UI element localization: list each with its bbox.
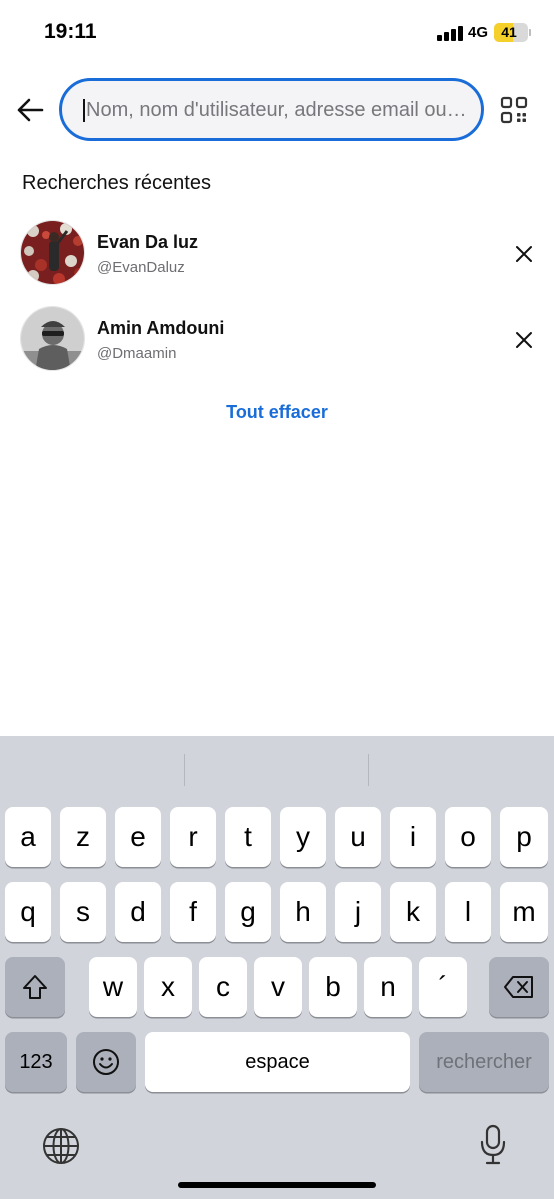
key-t[interactable]: t — [225, 807, 271, 867]
home-indicator — [178, 1182, 376, 1188]
battery-icon: 41 — [494, 23, 528, 42]
key-u[interactable]: u — [335, 807, 381, 867]
delete-key[interactable] — [489, 957, 549, 1017]
key-q[interactable]: q — [5, 882, 51, 942]
microphone-icon — [480, 1124, 506, 1165]
recent-item-amin[interactable]: Amin Amdouni @Dmaamin — [0, 298, 554, 378]
remove-recent-button[interactable] — [513, 329, 535, 351]
key-v[interactable]: v — [254, 957, 302, 1017]
globe-icon — [43, 1128, 79, 1164]
key-y[interactable]: y — [280, 807, 326, 867]
key-k[interactable]: k — [390, 882, 436, 942]
avatar — [20, 220, 85, 285]
key-g[interactable]: g — [225, 882, 271, 942]
battery-level: 41 — [501, 24, 517, 40]
key-b[interactable]: b — [309, 957, 357, 1017]
user-name: Amin Amdouni — [97, 318, 225, 338]
avatar — [20, 306, 85, 371]
user-name: Evan Da luz — [97, 232, 199, 252]
dictation-button[interactable] — [478, 1124, 508, 1166]
key-h[interactable]: h — [280, 882, 326, 942]
key-z[interactable]: z — [60, 807, 106, 867]
qr-code-button[interactable] — [500, 96, 528, 124]
back-button[interactable] — [12, 92, 48, 128]
user-handle: @Dmaamin — [97, 345, 177, 362]
recent-searches-title: Recherches récentes — [22, 172, 211, 194]
clear-all-button[interactable]: Tout effacer — [0, 402, 554, 423]
backspace-icon — [504, 976, 533, 998]
globe-button[interactable] — [41, 1126, 81, 1166]
key-s[interactable]: s — [60, 882, 106, 942]
remove-recent-button[interactable] — [513, 243, 535, 265]
numbers-key[interactable]: 123 — [5, 1032, 67, 1092]
shift-key[interactable] — [5, 957, 65, 1017]
key-d[interactable]: d — [115, 882, 161, 942]
space-key[interactable]: espace — [145, 1032, 410, 1092]
recent-item-evan[interactable]: Evan Da luz @EvanDaluz — [0, 212, 554, 292]
key-f[interactable]: f — [170, 882, 216, 942]
key-m[interactable]: m — [500, 882, 548, 942]
status-time: 19:11 — [44, 20, 97, 43]
key-n[interactable]: n — [364, 957, 412, 1017]
key-e[interactable]: e — [115, 807, 161, 867]
shift-icon — [23, 975, 47, 999]
keyboard: a z e r t y u i o p q s d f g h j k l m … — [0, 736, 554, 1199]
battery-cap — [529, 29, 531, 36]
status-bar: 19:11 4G 41 — [0, 0, 554, 66]
key-p[interactable]: p — [500, 807, 548, 867]
suggestion-divider — [184, 754, 185, 786]
search-input[interactable]: Nom, nom d'utilisateur, adresse email ou… — [59, 78, 484, 141]
search-placeholder: Nom, nom d'utilisateur, adresse email ou… — [86, 99, 471, 121]
key-j[interactable]: j — [335, 882, 381, 942]
key-l[interactable]: l — [445, 882, 491, 942]
key-c[interactable]: c — [199, 957, 247, 1017]
key-acute-accent[interactable]: ´ — [419, 957, 467, 1017]
key-i[interactable]: i — [390, 807, 436, 867]
emoji-icon — [93, 1049, 119, 1075]
network-type: 4G — [468, 24, 489, 41]
arrow-left-icon — [17, 98, 44, 122]
qr-code-icon — [500, 96, 528, 124]
key-o[interactable]: o — [445, 807, 491, 867]
close-icon — [516, 332, 532, 348]
cellular-signal-icon — [437, 26, 463, 41]
close-icon — [516, 246, 532, 262]
suggestion-divider — [368, 754, 369, 786]
user-handle: @EvanDaluz — [97, 259, 185, 276]
key-r[interactable]: r — [170, 807, 216, 867]
key-a[interactable]: a — [5, 807, 51, 867]
search-key[interactable]: rechercher — [419, 1032, 549, 1092]
emoji-key[interactable] — [76, 1032, 136, 1092]
key-x[interactable]: x — [144, 957, 192, 1017]
text-cursor — [83, 99, 85, 122]
key-w[interactable]: w — [89, 957, 137, 1017]
